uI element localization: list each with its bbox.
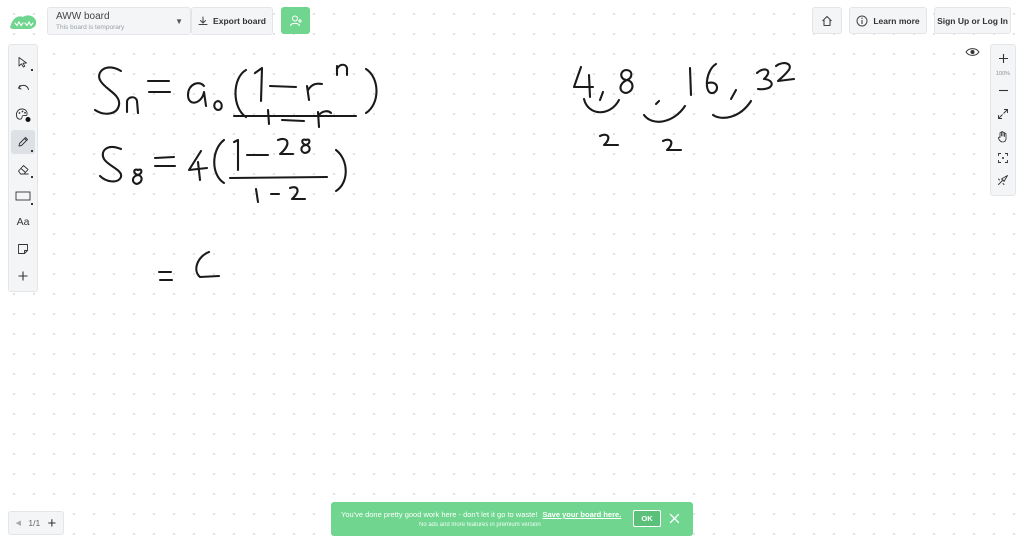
info-icon [856, 15, 868, 26]
sticky-note-icon [18, 244, 28, 255]
left-toolbar: Aa [8, 44, 38, 292]
pan-tool-button[interactable] [992, 125, 1014, 147]
aww-logo[interactable] [8, 12, 38, 32]
toast-message: You've done pretty good work here - don'… [341, 510, 538, 519]
handwriting-sn-formula [93, 63, 378, 129]
select-tool[interactable] [11, 50, 35, 73]
toast-ok-button[interactable]: OK [633, 510, 661, 527]
home-icon [822, 15, 832, 26]
pencil-icon [18, 137, 28, 147]
expand-icon [998, 109, 1008, 119]
view-mode-button[interactable] [963, 44, 981, 60]
focus-selection-button[interactable] [992, 147, 1014, 169]
undo-icon [17, 85, 29, 91]
home-button[interactable] [812, 7, 842, 34]
zoom-level: 100% [995, 71, 1011, 77]
right-toolbar: 100% [990, 44, 1016, 196]
toast-message-line: You've done pretty good work here - don'… [341, 510, 621, 519]
board-title-dropdown[interactable]: AWW board This board is temporary ▼ [47, 7, 191, 35]
page-indicator: 1/1 [28, 518, 41, 528]
sign-up-login-label: Sign Up or Log In [937, 15, 1008, 26]
palette-icon [15, 108, 31, 123]
laser-pointer-icon [998, 175, 1008, 185]
zoom-in-button[interactable] [992, 47, 1014, 69]
download-icon [198, 16, 208, 25]
color-palette-tool[interactable] [11, 104, 35, 127]
plus-icon [998, 53, 1008, 63]
toast-subtext: No ads and more features in premium vers… [419, 522, 541, 528]
add-page-button[interactable]: + [48, 516, 57, 531]
sign-up-login-button[interactable]: Sign Up or Log In [934, 7, 1011, 34]
board-name: AWW board [56, 11, 110, 22]
invite-user-button[interactable] [281, 7, 310, 34]
eye-icon [964, 48, 980, 56]
pen-tool[interactable] [11, 130, 35, 154]
shape-tool[interactable] [11, 184, 35, 207]
cursor-arrow-icon [18, 56, 27, 68]
whiteboard-canvas[interactable] [0, 0, 1024, 544]
minus-icon [998, 89, 1008, 91]
undo-tool[interactable] [11, 77, 35, 100]
handwriting-equals-start [157, 250, 221, 282]
sticky-note-tool[interactable] [11, 237, 35, 260]
eraser-tool[interactable] [11, 157, 35, 180]
learn-more-label: Learn more [873, 15, 920, 26]
close-icon[interactable] [669, 513, 680, 524]
handwriting-s8-substitution [98, 137, 347, 204]
submenu-indicator [31, 203, 33, 206]
fit-to-screen-button[interactable] [992, 103, 1014, 125]
page-navigator: ◀ 1/1 + [8, 511, 64, 535]
previous-page-icon[interactable]: ◀ [16, 519, 21, 527]
text-tool-label: Aa [16, 216, 30, 229]
hand-icon [997, 130, 1007, 142]
save-board-link[interactable]: Save your board here. [542, 510, 621, 519]
zoom-out-button[interactable] [992, 79, 1014, 101]
handwriting-geometric-sequence [572, 62, 796, 152]
laser-pointer-button[interactable] [992, 169, 1014, 191]
plus-icon [18, 271, 28, 281]
learn-more-button[interactable]: Learn more [849, 7, 927, 34]
save-board-toast: You've done pretty good work here - don'… [331, 502, 693, 536]
submenu-indicator [31, 149, 33, 152]
export-board-label: Export board [213, 16, 266, 26]
board-temporary-notice: This board is temporary [56, 24, 125, 31]
add-user-icon [289, 14, 302, 26]
submenu-indicator [31, 176, 33, 179]
rectangle-icon [15, 191, 31, 200]
add-tool[interactable] [11, 264, 35, 287]
caret-down-icon: ▼ [175, 17, 183, 26]
focus-frame-icon [998, 153, 1008, 163]
submenu-indicator [31, 69, 33, 72]
export-board-button[interactable]: Export board [191, 7, 273, 35]
text-tool[interactable]: Aa [11, 211, 35, 234]
eraser-icon [17, 164, 28, 175]
